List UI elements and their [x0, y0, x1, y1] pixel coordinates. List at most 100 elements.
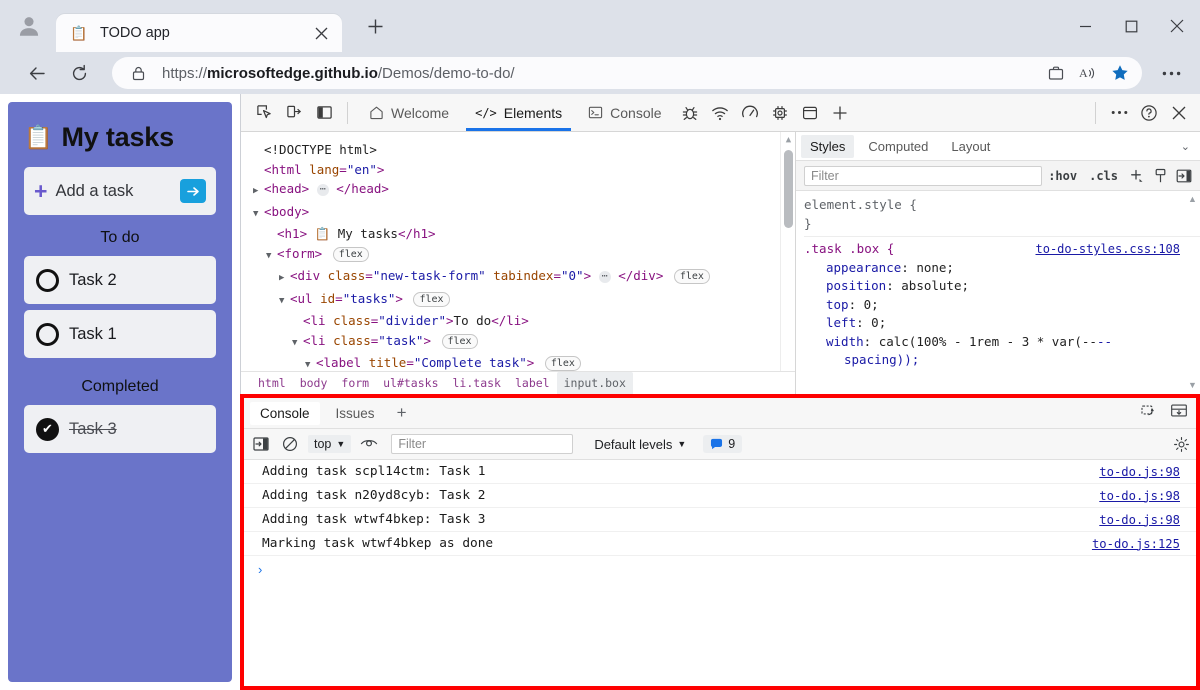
scroll-down-arrow[interactable]: ▼ [1188, 380, 1197, 390]
bug-icon[interactable] [675, 98, 705, 128]
dom-tree-node[interactable]: ▶ <head> ⋯ </head> [253, 179, 795, 202]
more-options-icon[interactable] [1104, 98, 1134, 128]
back-button[interactable] [20, 56, 54, 90]
help-icon[interactable] [1134, 98, 1164, 128]
dom-tree-node[interactable]: ▶ <div class="new-task-form" tabindex="0"… [253, 266, 795, 289]
new-tab-button[interactable] [358, 9, 392, 43]
device-emulation-icon[interactable] [279, 98, 309, 128]
css-declaration[interactable]: appearance: none; [804, 259, 1200, 278]
devtools-tab-console[interactable]: Console [575, 94, 674, 131]
dom-tree[interactable]: <!DOCTYPE html> <html lang="en"> ▶ <head> ⋯… [241, 132, 795, 396]
devtools-tab-elements[interactable]: </> Elements [462, 94, 575, 131]
add-task-form[interactable]: + Add a task [24, 167, 216, 215]
dom-tree-node[interactable]: <li class="divider">To do</li> [253, 311, 795, 331]
tab-styles[interactable]: Styles [801, 134, 855, 158]
dom-tree-node[interactable]: <!DOCTYPE html> [253, 140, 795, 160]
dock-drawer-icon[interactable] [1170, 403, 1188, 423]
memory-chip-icon[interactable] [765, 98, 795, 128]
breadcrumb-item[interactable]: li.task [446, 372, 508, 396]
breadcrumb-item[interactable]: form [334, 372, 376, 396]
twisty-toggle[interactable]: ▶ [279, 269, 290, 289]
css-declaration[interactable]: width: calc(100% - 1rem - 3 * var(---- [804, 333, 1200, 352]
breadcrumb-item[interactable]: input.box [556, 372, 633, 396]
css-declaration[interactable]: top: 0; [804, 296, 1200, 315]
console-message-source-link[interactable]: to-do.js:125 [1092, 537, 1180, 551]
task-checkbox[interactable] [36, 268, 59, 292]
network-icon[interactable] [705, 98, 735, 128]
reload-button[interactable] [62, 56, 96, 90]
twisty-toggle[interactable]: ▼ [292, 334, 303, 354]
drawer-tab-issues[interactable]: Issues [326, 402, 385, 425]
breadcrumb-item[interactable]: body [293, 372, 335, 396]
dom-tree-node[interactable]: <h1> 📋 My tasks</h1> [253, 224, 795, 244]
collections-icon[interactable] [1040, 59, 1072, 87]
twisty-toggle[interactable]: ▼ [266, 247, 277, 267]
message-count-badge[interactable]: 9 [703, 435, 743, 453]
console-message-source-link[interactable]: to-do.js:98 [1099, 489, 1180, 503]
scroll-up-arrow[interactable]: ▲ [1188, 194, 1197, 204]
twisty-toggle[interactable]: ▼ [253, 205, 264, 225]
console-sidebar-icon[interactable] [250, 434, 272, 455]
twisty-toggle[interactable]: ▶ [253, 182, 264, 202]
performance-gauge-icon[interactable] [735, 98, 765, 128]
drawer-tab-console[interactable]: Console [250, 401, 320, 425]
console-settings-button[interactable] [1173, 436, 1190, 453]
clear-console-icon[interactable] [279, 434, 301, 455]
hover-state-toggle[interactable]: :hov [1042, 169, 1083, 183]
console-prompt[interactable]: › [244, 556, 1196, 582]
class-toggle[interactable]: .cls [1083, 169, 1124, 183]
css-declaration[interactable]: left: 0; [804, 314, 1200, 333]
task-checkbox[interactable] [36, 322, 59, 346]
dom-tree-node[interactable]: <html lang="en"> [253, 160, 795, 180]
dom-tree-node[interactable]: ▼ <form> flex [253, 244, 795, 267]
task-checkbox-checked[interactable]: ✔ [36, 417, 59, 441]
add-rule-icon[interactable] [1124, 165, 1148, 187]
add-task-input[interactable]: Add a task [55, 182, 180, 201]
styles-scrollbar[interactable]: ▲ ▼ [1186, 192, 1200, 396]
scrollbar-thumb[interactable] [784, 150, 793, 228]
dom-tree-node[interactable]: ▼ <body> [253, 202, 795, 225]
element-classes-icon[interactable] [1148, 165, 1172, 187]
dom-tree-scrollbar[interactable]: ▲ ▼ [780, 132, 795, 396]
restore-drawer-icon[interactable] [1141, 403, 1158, 423]
inspect-element-icon[interactable] [249, 98, 279, 128]
console-message-source-link[interactable]: to-do.js:98 [1099, 465, 1180, 479]
browser-settings-button[interactable] [1154, 56, 1188, 90]
breadcrumb-item[interactable]: ul#tasks [376, 372, 445, 396]
dock-side-icon[interactable] [309, 98, 339, 128]
tab-computed[interactable]: Computed [859, 135, 937, 158]
scroll-up-arrow[interactable]: ▲ [783, 135, 794, 146]
execution-context-selector[interactable]: top ▼ [308, 435, 352, 453]
css-rules[interactable]: element.style { } to-do-styles.css:108 .… [796, 191, 1200, 370]
submit-task-button[interactable] [180, 179, 206, 203]
task-item[interactable]: Task 2 [24, 256, 216, 304]
breadcrumb-item[interactable]: html [251, 372, 293, 396]
console-filter-input[interactable]: Filter [391, 434, 574, 454]
css-declaration[interactable]: position: absolute; [804, 277, 1200, 296]
application-box-icon[interactable] [795, 98, 825, 128]
task-item[interactable]: Task 1 [24, 310, 216, 358]
chevron-down-icon[interactable]: ⌄ [1181, 140, 1190, 153]
computed-sidebar-icon[interactable] [1172, 165, 1196, 187]
close-devtools-icon[interactable] [1164, 98, 1194, 128]
address-bar[interactable]: https://microsoftedge.github.io/Demos/de… [112, 57, 1142, 89]
read-aloud-icon[interactable]: A [1072, 59, 1104, 87]
breadcrumb-item[interactable]: label [508, 372, 557, 396]
devtools-tab-welcome[interactable]: Welcome [356, 94, 462, 131]
add-drawer-tab-button[interactable]: + [391, 403, 413, 423]
maximize-button[interactable] [1108, 5, 1154, 47]
browser-tab[interactable]: 📋 TODO app [56, 14, 342, 52]
styles-filter-input[interactable]: Filter [804, 165, 1043, 186]
css-source-link[interactable]: to-do-styles.css:108 [1036, 240, 1181, 259]
console-message-source-link[interactable]: to-do.js:98 [1099, 513, 1180, 527]
add-panel-icon[interactable] [825, 98, 855, 128]
log-level-selector[interactable]: Default levels ▼ [594, 437, 686, 452]
dom-tree-node[interactable]: ▼ <li class="task"> flex [253, 331, 795, 354]
tab-layout[interactable]: Layout [942, 135, 999, 158]
close-tab-button[interactable] [308, 20, 334, 46]
close-window-button[interactable] [1154, 5, 1200, 47]
favorite-star-icon[interactable] [1104, 59, 1136, 87]
task-item[interactable]: ✔ Task 3 [24, 405, 216, 453]
profile-avatar[interactable] [12, 9, 46, 43]
minimize-button[interactable] [1062, 5, 1108, 47]
